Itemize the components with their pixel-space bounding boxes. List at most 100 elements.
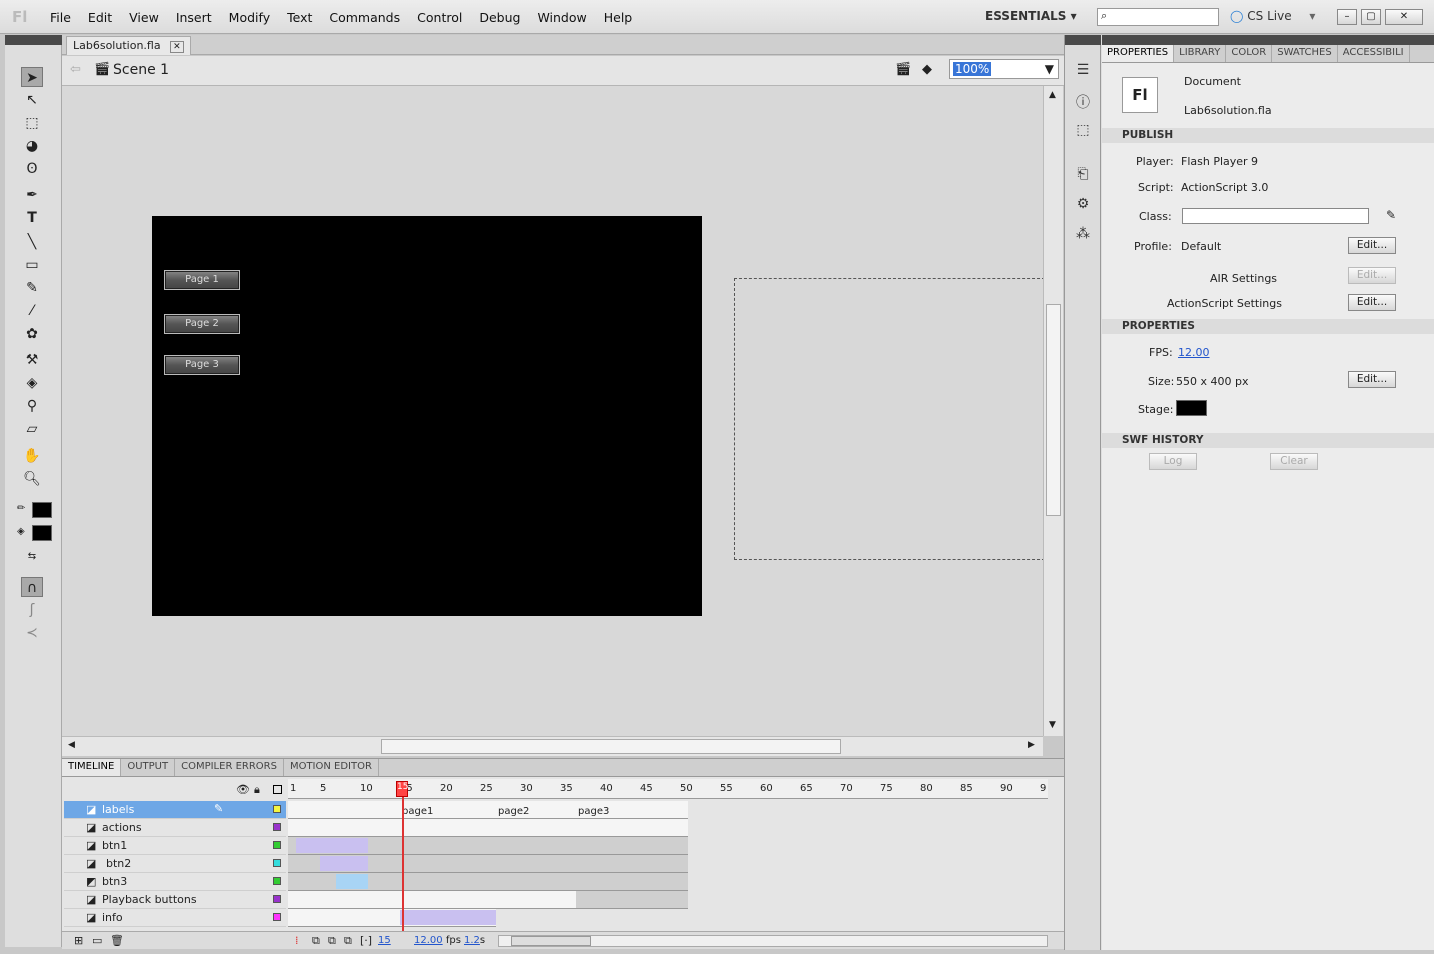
clear-button[interactable]: Clear [1270,453,1318,470]
center-frame-icon[interactable]: ⁞ [295,934,299,947]
tab-library[interactable]: LIBRARY [1174,45,1227,62]
subselection-tool-icon[interactable]: ↖ [21,90,43,110]
eyedropper-tool-icon[interactable]: ⚲ [21,396,43,416]
layer-color[interactable] [273,805,281,813]
time-value[interactable]: 1.2 [464,935,480,946]
horizontal-scrollbar[interactable]: ◀ ▶ [62,736,1043,756]
air-settings-edit-button[interactable]: Edit... [1348,267,1396,284]
minimize-button[interactable]: – [1337,9,1357,25]
log-button[interactable]: Log [1149,453,1197,470]
swf-history-section-header[interactable]: SWF HISTORY [1102,433,1434,448]
edit-class-pencil-icon[interactable]: ✎ [1386,208,1396,222]
layer-color[interactable] [273,859,281,867]
back-arrow-icon[interactable]: ⇦ [70,62,81,77]
edit-multiple-frames-icon[interactable]: ⧉ [344,934,352,948]
layer-btn3[interactable]: ◩ btn3 [64,873,286,891]
line-tool-icon[interactable]: ╲ [21,232,43,252]
timeline-hscroll[interactable] [498,935,1048,947]
tab-color[interactable]: COLOR [1226,45,1273,62]
brush-tool-icon[interactable]: ⁄ [21,301,43,321]
lasso-tool-icon[interactable]: ʘ [21,159,43,179]
frame-row[interactable] [288,909,496,927]
tab-properties[interactable]: PROPERTIES [1102,45,1175,62]
outline-icon[interactable] [273,785,282,794]
menu-text[interactable]: Text [287,10,312,25]
document-tab[interactable]: Lab6solution.fla ✕ [66,36,191,55]
layer-btn2[interactable]: ◪ btn2 [64,855,286,873]
zoom-tool-icon[interactable]: 🔍︎ [21,469,43,489]
size-edit-button[interactable]: Edit... [1348,371,1396,388]
fps-value[interactable]: 12.00 [414,935,443,946]
frame-row[interactable] [288,873,688,891]
layer-color[interactable] [273,895,281,903]
tab-swatches[interactable]: SWATCHES [1272,45,1338,62]
selection-tool-icon[interactable]: ➤ [21,67,43,87]
menu-edit[interactable]: Edit [88,10,112,25]
menu-control[interactable]: Control [417,10,462,25]
menu-view[interactable]: View [129,10,159,25]
fps-value[interactable]: 12.00 [1178,346,1210,359]
delete-layer-icon[interactable]: 🗑︎ [110,934,124,947]
publish-section-header[interactable]: PUBLISH [1102,128,1434,143]
scroll-right-icon[interactable]: ▶ [1028,740,1035,750]
layer-actions[interactable]: ◪ actions [64,819,286,837]
close-tab-icon[interactable]: ✕ [170,41,184,53]
frame-row[interactable] [288,855,688,873]
layer-color[interactable] [273,913,281,921]
vertical-scroll-thumb[interactable] [1046,304,1061,516]
layer-color[interactable] [273,823,281,831]
motion-tween-span[interactable] [296,838,368,853]
modify-markers-icon[interactable]: [·] [360,934,372,947]
straighten-icon[interactable]: ≺ [21,623,43,643]
stage-color-swatch[interactable] [1176,400,1207,416]
free-transform-tool-icon[interactable]: ⬚ [21,113,43,133]
layer-labels[interactable]: ◪ labels ✎ [64,801,286,819]
scroll-up-icon[interactable]: ▲ [1049,90,1056,100]
tab-accessibility[interactable]: ACCESSIBILI [1338,45,1410,62]
stage[interactable]: Page 1 Page 2 Page 3 [152,216,702,616]
tab-output[interactable]: OUTPUT [121,759,176,776]
layer-info[interactable]: ◪ info [64,909,286,927]
menu-window[interactable]: Window [537,10,586,25]
zoom-select[interactable]: 100% ▼ [949,59,1059,79]
search-input[interactable]: ⌕ [1097,8,1219,26]
motion-presets-icon[interactable]: ⁂ [1074,226,1092,244]
menu-insert[interactable]: Insert [176,10,212,25]
hand-tool-icon[interactable]: ✋ [21,446,43,466]
menu-commands[interactable]: Commands [329,10,400,25]
swap-colors-icon[interactable]: ⇆ [21,547,43,567]
edit-symbols-icon[interactable]: ◆ [922,62,932,77]
code-snippets-icon[interactable]: ⎗ [1074,166,1092,184]
paint-bucket-tool-icon[interactable]: ◈ [21,373,43,393]
page1-button[interactable]: Page 1 [164,270,240,290]
smooth-icon[interactable]: ʃ [21,600,43,620]
motion-tween-span[interactable] [400,910,496,925]
frame-grid[interactable] [288,801,688,927]
frame-row[interactable] [288,819,688,837]
current-frame[interactable]: 15 [378,935,391,946]
scroll-left-icon[interactable]: ◀ [68,740,75,750]
vertical-scrollbar[interactable]: ▲ ▼ [1043,86,1063,736]
profile-edit-button[interactable]: Edit... [1348,237,1396,254]
layer-btn1[interactable]: ◪ btn1 [64,837,286,855]
playhead[interactable] [402,781,404,933]
deco-tool-icon[interactable]: ✿ [21,324,43,344]
components-icon[interactable]: ⚙ [1074,196,1092,214]
pen-tool-icon[interactable]: ✒ [21,185,43,205]
onion-outline-icon[interactable]: ⧉ [328,934,336,948]
layer-playback-buttons[interactable]: ◪ Playback buttons [64,891,286,909]
info-icon[interactable]: ⓘ [1074,92,1092,111]
workspace-switcher[interactable]: ESSENTIALS ▾ [985,9,1077,23]
menu-debug[interactable]: Debug [479,10,520,25]
eraser-tool-icon[interactable]: ▱ [21,419,43,439]
page3-button[interactable]: Page 3 [164,355,240,375]
timeline-scroll-thumb[interactable] [511,936,591,946]
new-layer-icon[interactable]: ⊞ [74,934,83,947]
motion-tween-span[interactable] [320,856,368,871]
align-icon[interactable]: ☰ [1074,62,1092,80]
transform-icon[interactable]: ⬚ [1074,122,1092,140]
offstage-content-box[interactable] [734,278,1045,560]
playhead-marker[interactable]: 15 [396,781,408,797]
scroll-down-icon[interactable]: ▼ [1049,720,1056,730]
edit-scene-icon[interactable]: 🎬︎ [895,62,912,77]
